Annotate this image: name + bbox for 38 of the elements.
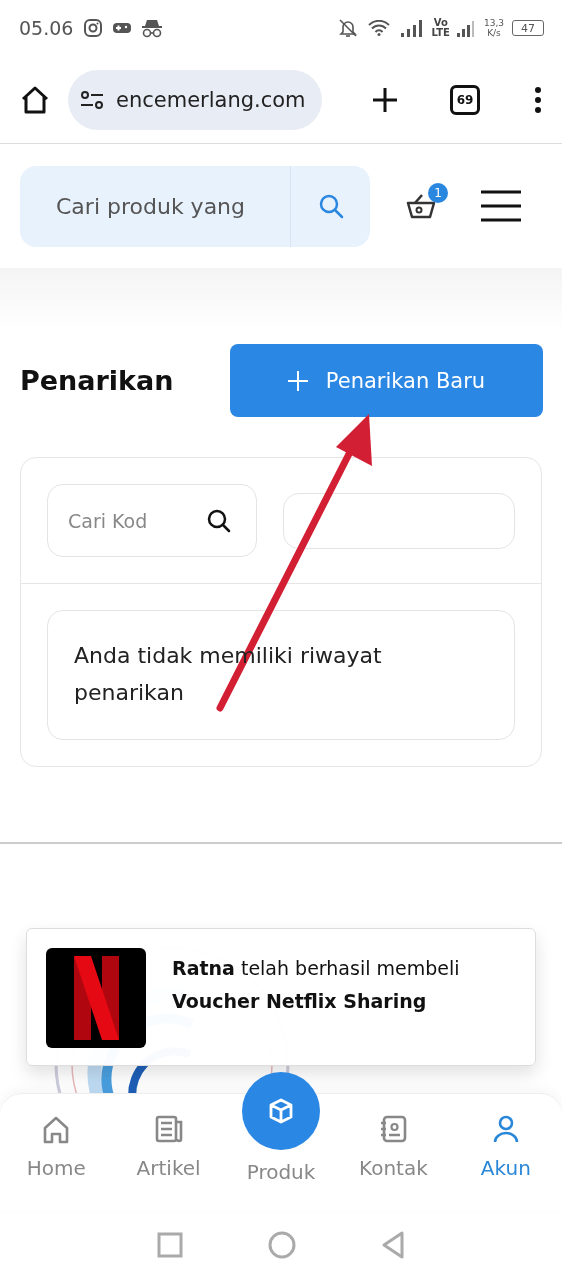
tab-count-button[interactable]: 69 bbox=[450, 84, 480, 115]
page-title: Penarikan bbox=[20, 365, 174, 396]
gamepad-icon bbox=[113, 22, 132, 34]
search-icon[interactable] bbox=[206, 507, 233, 534]
nav-tab[interactable]: Produk bbox=[224, 1072, 338, 1211]
more-icon[interactable] bbox=[534, 86, 542, 113]
ribbon-logo-icon bbox=[46, 948, 146, 1048]
new-tab-icon[interactable] bbox=[372, 86, 398, 113]
bell-off-icon bbox=[337, 18, 358, 38]
volte-label: Vo bbox=[433, 18, 448, 28]
cart-count-badge: 1 bbox=[428, 183, 448, 203]
signal-icon bbox=[399, 19, 422, 37]
status-time: 05.06 bbox=[19, 17, 74, 39]
camera-app-icon bbox=[83, 18, 104, 38]
nav-tab[interactable]: Artikel bbox=[112, 1094, 225, 1211]
lte-label: LTE bbox=[431, 28, 450, 38]
signal-icon bbox=[455, 19, 474, 37]
incognito-icon bbox=[141, 18, 164, 38]
product-name: Voucher Netflix Sharing bbox=[172, 989, 428, 1014]
article-icon bbox=[153, 1114, 184, 1144]
battery-indicator: 47 bbox=[512, 20, 544, 36]
menu-icon[interactable] bbox=[480, 190, 522, 222]
basket-icon[interactable] bbox=[406, 193, 436, 219]
nav-tab[interactable]: Akun bbox=[449, 1094, 562, 1211]
nav-tab[interactable]: Kontak bbox=[337, 1094, 450, 1211]
wifi-icon bbox=[367, 20, 390, 36]
nav-tab[interactable]: Home bbox=[0, 1094, 113, 1211]
filter-select[interactable] bbox=[283, 492, 515, 549]
home-icon[interactable] bbox=[20, 85, 50, 114]
search-field[interactable]: Cari produk yang bbox=[20, 193, 290, 219]
contact-book-icon bbox=[378, 1114, 409, 1144]
plus-icon bbox=[287, 370, 308, 391]
tune-icon[interactable] bbox=[80, 89, 104, 110]
address-bar[interactable]: encemerlang.com bbox=[68, 69, 322, 130]
new-withdrawal-button[interactable]: Penarikan Baru bbox=[230, 344, 543, 417]
purchase-message: Ratna telah berhasil membeli bbox=[172, 956, 460, 981]
speed-value: 13,3 bbox=[483, 18, 504, 28]
speed-unit: K/s bbox=[487, 28, 501, 38]
